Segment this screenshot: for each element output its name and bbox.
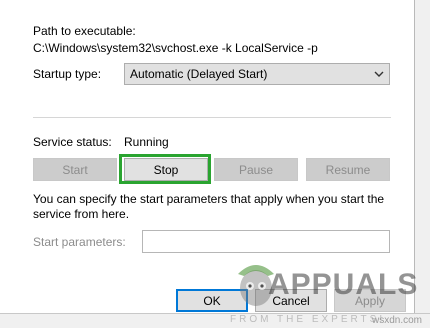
- start-params-description: You can specify the start parameters tha…: [33, 192, 385, 221]
- startup-type-select[interactable]: Automatic (Delayed Start): [124, 63, 390, 85]
- service-status-value: Running: [124, 135, 169, 149]
- resume-button[interactable]: Resume: [306, 158, 390, 181]
- startup-type-value: Automatic (Delayed Start): [130, 67, 268, 81]
- path-value: C:\Windows\system32\svchost.exe -k Local…: [33, 41, 318, 55]
- startup-type-label: Startup type:: [33, 67, 102, 81]
- section-divider: [33, 117, 391, 118]
- start-params-label: Start parameters:: [33, 235, 126, 249]
- pause-button[interactable]: Pause: [214, 158, 298, 181]
- chevron-down-icon: [373, 68, 385, 83]
- start-params-input[interactable]: [142, 230, 390, 253]
- watermark-site: wsxdn.com: [372, 315, 423, 326]
- stop-highlight-box: [119, 154, 211, 184]
- watermark-brand: APPUALS: [268, 268, 419, 301]
- path-label: Path to executable:: [33, 24, 136, 38]
- watermark-tagline: FROM THE EXPERTS!: [230, 314, 386, 325]
- service-status-label: Service status:: [33, 135, 112, 149]
- start-button[interactable]: Start: [33, 158, 117, 181]
